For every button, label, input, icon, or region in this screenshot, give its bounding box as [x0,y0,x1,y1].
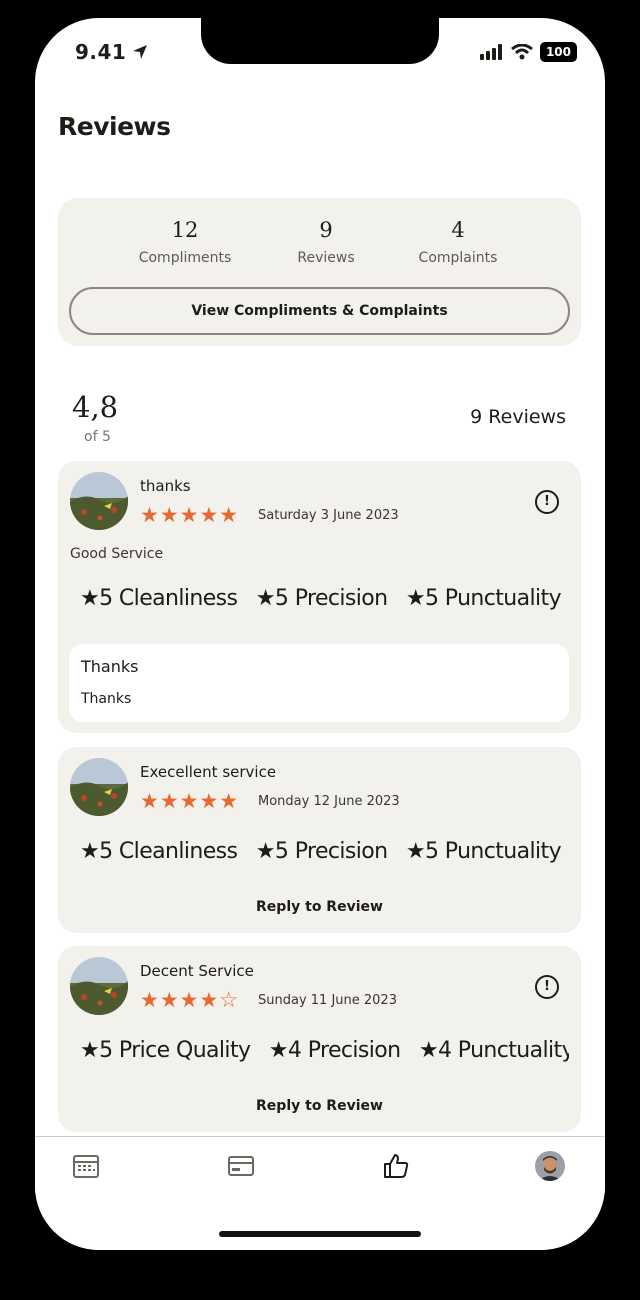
stat-complaints[interactable]: 4 Complaints [383,218,533,266]
rating-scale: of 5 [84,429,111,445]
average-rating: 4,8 [72,390,119,424]
category-label: 5 Precision [274,586,388,611]
reviews-count: 9 Reviews [470,406,566,428]
reply-text: Thanks [81,691,132,707]
category-label: 5 Cleanliness [99,586,238,611]
category-rating: ★5 Precision [256,839,388,864]
page-title: Reviews [58,112,171,141]
home-indicator [219,1231,421,1237]
signal-icon [479,44,502,60]
star-icon: ★ [80,1038,100,1063]
category-label: 5 Punctuality [425,839,562,864]
phone-screen: 9.41 100 Reviews 12 Compliments 9 Review… [35,18,605,1250]
reviewer-avatar [70,957,128,1015]
star-rating: ★★★★★ [140,503,240,527]
review-card: Decent Service ★★★★☆ Sunday 11 June 2023… [58,946,581,1132]
summary-card: 12 Compliments 9 Reviews 4 Complaints Vi… [58,198,581,346]
tab-payments[interactable] [226,1151,256,1181]
stat-value: 12 [171,218,199,242]
category-label: 5 Precision [274,839,388,864]
star-icon: ★ [405,839,426,864]
category-rating: ★5 Cleanliness [80,839,238,864]
category-ratings: ★5 Cleanliness ★5 Precision ★5 Punctuali… [80,839,569,864]
view-compliments-complaints-button[interactable]: View Compliments & Complaints [69,287,570,335]
stat-compliments[interactable]: 12 Compliments [110,218,260,266]
category-label: 4 Punctuality [438,1038,569,1063]
stat-reviews[interactable]: 9 Reviews [251,218,401,266]
review-date: Saturday 3 June 2023 [258,508,399,523]
stat-label: Compliments [138,250,232,266]
star-rating: ★★★★☆ [140,988,240,1012]
clock: 9.41 [75,40,127,64]
reply-to-review-button[interactable]: Reply to Review [58,1098,581,1114]
reply-to-review-button[interactable]: Reply to Review [58,899,581,915]
category-ratings: ★5 Price Quality ★4 Precision ★4 Punctua… [80,1038,569,1063]
category-rating: ★5 Cleanliness [80,586,238,611]
tab-calendar[interactable] [71,1151,101,1181]
thumbs-up-icon [384,1154,409,1178]
status-icons: 100 [479,42,577,62]
category-label: 5 Punctuality [425,586,562,611]
star-icon: ★ [80,586,100,611]
card-icon [228,1156,254,1176]
stat-value: 9 [319,218,333,242]
reviewer-avatar [70,758,128,816]
category-ratings: ★5 Cleanliness ★5 Precision ★5 Punctuali… [80,586,569,611]
star-icon: ★ [418,1038,439,1063]
owner-reply: Thanks Thanks [69,644,569,722]
star-icon: ★ [268,1038,289,1063]
star-icon: ★ [255,586,276,611]
review-date: Monday 12 June 2023 [258,794,400,809]
status-time: 9.41 [75,40,148,64]
stat-label: Reviews [297,250,355,266]
category-rating: ★5 Price Quality [80,1038,251,1063]
stat-label: Complaints [418,250,498,266]
star-icon: ★ [80,839,100,864]
stat-value: 4 [451,218,465,242]
category-rating: ★5 Precision [256,586,388,611]
notch [201,18,439,64]
category-label: 5 Price Quality [99,1038,251,1063]
category-rating: ★4 Precision [269,1038,401,1063]
category-rating: ★4 Punctuality [419,1038,569,1063]
tab-profile[interactable] [535,1151,565,1181]
review-card: Execellent service ★★★★★ Monday 12 June … [58,747,581,933]
review-title: thanks [140,477,191,495]
location-arrow-icon [133,45,148,59]
category-label: 4 Precision [287,1038,401,1063]
star-rating: ★★★★★ [140,789,240,813]
reviewer-avatar [70,472,128,530]
report-icon[interactable]: ! [535,975,559,999]
review-card: thanks ★★★★★ Saturday 3 June 2023 ! Good… [58,461,581,733]
battery-icon: 100 [539,42,577,62]
review-comment: Good Service [70,546,164,562]
category-label: 5 Cleanliness [99,839,238,864]
review-date: Sunday 11 June 2023 [258,993,397,1008]
wifi-icon [511,44,533,60]
review-title: Decent Service [140,962,254,980]
tab-reviews[interactable] [381,1151,411,1181]
reply-title: Thanks [81,657,139,676]
profile-avatar [535,1151,565,1181]
review-title: Execellent service [140,763,277,781]
category-rating: ★5 Punctuality [405,839,562,864]
star-icon: ★ [255,839,276,864]
category-rating: ★5 Punctuality [405,586,562,611]
calendar-icon [73,1155,99,1178]
report-icon[interactable]: ! [535,490,559,514]
star-icon: ★ [405,586,426,611]
